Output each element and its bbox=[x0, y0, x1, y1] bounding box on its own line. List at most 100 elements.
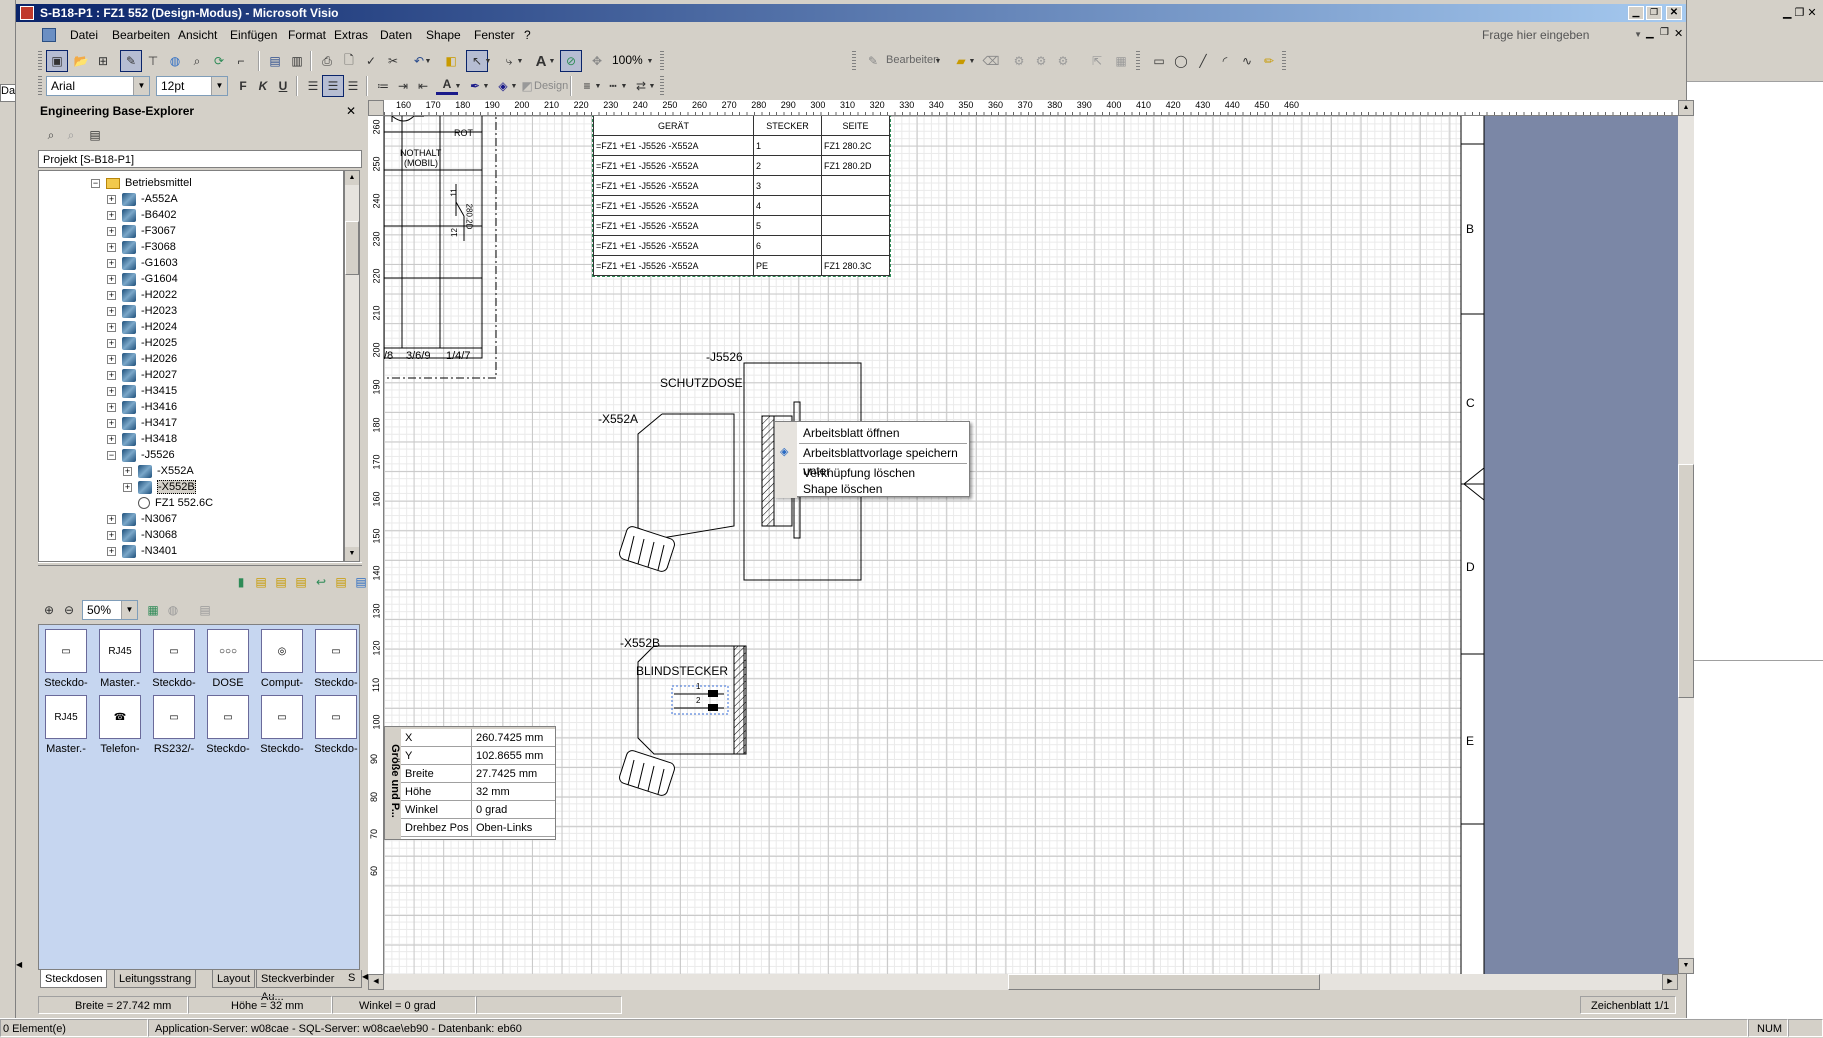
indent-icon[interactable]: ⇥ bbox=[392, 75, 414, 97]
arc-tool-icon[interactable]: ◜ bbox=[1214, 50, 1236, 72]
bearbeiten-dropdown-icon[interactable]: ▼ bbox=[932, 50, 944, 72]
expand-icon[interactable]: + bbox=[107, 514, 116, 524]
explorer-close-icon[interactable]: ✕ bbox=[346, 104, 356, 118]
design-label[interactable]: Design bbox=[534, 80, 568, 92]
expand-icon[interactable]: + bbox=[107, 546, 116, 556]
doc-minimize-button[interactable]: ▁ bbox=[1646, 28, 1654, 39]
expand-icon[interactable]: + bbox=[107, 418, 116, 428]
stencil-zoom-in-icon[interactable]: ⊕ bbox=[38, 599, 60, 621]
property-row[interactable]: Drehbez Pos Oben-Links bbox=[401, 819, 555, 837]
gear-a-icon[interactable]: ⚙ bbox=[1008, 50, 1030, 72]
expand-icon[interactable]: + bbox=[107, 242, 116, 252]
canvas-scroll-up-icon[interactable]: ▲ bbox=[1678, 100, 1694, 116]
property-value[interactable]: 102.8655 mm bbox=[471, 747, 555, 765]
ctx-delete-shape[interactable]: Shape löschen bbox=[775, 480, 969, 498]
telephone-icon[interactable]: ☎ bbox=[99, 695, 141, 739]
expand-icon[interactable]: + bbox=[107, 290, 116, 300]
tree-root-betriebsmittel[interactable]: − Betriebsmittel bbox=[91, 175, 192, 191]
tree-item[interactable]: + -H3417 bbox=[107, 415, 177, 431]
gear-c-icon[interactable]: ⚙ bbox=[1052, 50, 1074, 72]
document-icon[interactable] bbox=[42, 28, 56, 42]
socket-icon[interactable]: ▭ bbox=[315, 695, 357, 739]
collapse-icon[interactable]: − bbox=[107, 450, 116, 460]
property-row[interactable]: Winkel 0 grad bbox=[401, 801, 555, 819]
socket-icon[interactable]: ▭ bbox=[261, 695, 303, 739]
grid-icon[interactable]: ▦ bbox=[1110, 50, 1132, 72]
tabs-scroll-left-icon[interactable]: ◀ bbox=[16, 960, 28, 976]
drawing-canvas[interactable]: ROT NOTHALT (MOBIL) 11 12 280.2D /8 3/6/… bbox=[384, 116, 1678, 974]
menu-ansicht[interactable]: Ansicht bbox=[178, 26, 217, 44]
canvas-scroll-down-icon[interactable]: ▼ bbox=[1678, 958, 1694, 974]
tree-item[interactable]: + -H3415 bbox=[107, 383, 177, 399]
tree-item[interactable]: + -H2024 bbox=[107, 319, 177, 335]
tab-layout[interactable]: Layout bbox=[212, 970, 256, 988]
canvas-scroll-left-icon[interactable]: ◀ bbox=[368, 974, 384, 990]
print-icon[interactable]: ⎙ bbox=[316, 50, 338, 72]
tree-scroll-down-icon[interactable]: ▼ bbox=[345, 547, 359, 561]
book-d-icon[interactable]: ▤ bbox=[330, 571, 352, 593]
expand-icon[interactable]: + bbox=[107, 434, 116, 444]
expand-icon[interactable]: + bbox=[123, 482, 132, 492]
outdent-icon[interactable]: ⇤ bbox=[412, 75, 434, 97]
rj45-icon[interactable]: RJ45 bbox=[99, 629, 141, 673]
socket-icon[interactable]: ▭ bbox=[315, 629, 357, 673]
socket-icon[interactable]: ▭ bbox=[153, 629, 195, 673]
dose-icon[interactable]: ○○○ bbox=[207, 629, 249, 673]
undo-dropdown-icon[interactable]: ▼ bbox=[422, 50, 434, 72]
tree-item[interactable]: + -N3401 bbox=[107, 543, 177, 559]
gear-b-icon[interactable]: ⚙ bbox=[1030, 50, 1052, 72]
minimize-button[interactable]: ▁ bbox=[1628, 6, 1644, 20]
expand-icon[interactable]: + bbox=[107, 354, 116, 364]
expand-icon[interactable]: + bbox=[107, 338, 116, 348]
highlight-icon[interactable]: ✎ bbox=[120, 50, 142, 72]
underline-icon[interactable]: U bbox=[272, 75, 294, 97]
canvas-scroll-right-icon[interactable]: ▶ bbox=[1662, 974, 1678, 990]
rectangle-tool-icon[interactable]: ▭ bbox=[1148, 50, 1170, 72]
align-center-icon[interactable]: ☰ bbox=[322, 75, 344, 97]
font-size-dropdown-icon[interactable]: ▼ bbox=[211, 77, 227, 95]
x552a-plug[interactable] bbox=[618, 413, 735, 573]
pointer-dropdown-icon[interactable]: ▼ bbox=[482, 50, 494, 72]
explorer-search-icon[interactable]: ⌕ bbox=[40, 124, 62, 146]
font-combo[interactable]: Arial ▼ bbox=[46, 76, 150, 96]
menu-datei[interactable]: Datei bbox=[70, 26, 98, 44]
pencil-tool-icon[interactable]: ✏ bbox=[1258, 50, 1280, 72]
expand-icon[interactable]: + bbox=[107, 306, 116, 316]
property-row[interactable]: Breite 27.7425 mm bbox=[401, 765, 555, 783]
tree-scrollbar[interactable]: ▲ ▼ bbox=[344, 170, 360, 562]
tab-steckverbinder[interactable]: Steckverbinder Au... bbox=[256, 970, 362, 1003]
pane-splitter[interactable] bbox=[38, 562, 362, 566]
shapes-icon[interactable]: ◧ bbox=[440, 50, 462, 72]
expand-icon[interactable]: + bbox=[107, 210, 116, 220]
tree-item[interactable]: + -H2025 bbox=[107, 335, 177, 351]
line-ends-dropdown-icon[interactable]: ▼ bbox=[646, 75, 658, 97]
italic-icon[interactable]: K bbox=[252, 75, 274, 97]
tree-item[interactable]: + -H2022 bbox=[107, 287, 177, 303]
hierarchy-icon[interactable]: ⊤ bbox=[142, 50, 164, 72]
align-left-icon[interactable]: ☰ bbox=[302, 75, 324, 97]
visio-app-icon[interactable] bbox=[20, 6, 34, 20]
property-row[interactable]: Y 102.8655 mm bbox=[401, 747, 555, 765]
tree-item[interactable]: + -N3067 bbox=[107, 511, 177, 527]
tree-item[interactable]: + -A552A bbox=[107, 191, 178, 207]
rs232-icon[interactable]: ▭ bbox=[153, 695, 195, 739]
bullets-icon[interactable]: ≔ bbox=[372, 75, 394, 97]
tree-item[interactable]: + -B6402 bbox=[107, 207, 176, 223]
font-size-combo[interactable]: 12pt ▼ bbox=[156, 76, 228, 96]
help-search-input[interactable]: Frage hier eingeben ▼ bbox=[1478, 26, 1642, 46]
tree-item[interactable]: + -F3067 bbox=[107, 223, 176, 239]
socket-icon[interactable]: ▭ bbox=[45, 629, 87, 673]
tabs-overflow-label[interactable]: S bbox=[348, 972, 355, 984]
explorer-properties-icon[interactable]: ▤ bbox=[84, 124, 106, 146]
tree-scroll-thumb[interactable] bbox=[345, 221, 359, 275]
tree-item[interactable]: + -H3418 bbox=[107, 431, 177, 447]
line-tool-icon[interactable]: ╱ bbox=[1192, 50, 1214, 72]
expand-icon[interactable]: + bbox=[107, 258, 116, 268]
tree-item[interactable]: + -H2026 bbox=[107, 351, 177, 367]
connection-point-icon[interactable]: ⊘ bbox=[560, 50, 582, 72]
menu-format[interactable]: Format bbox=[288, 26, 326, 44]
tab-leitungsstrang[interactable]: Leitungsstrang bbox=[114, 970, 197, 988]
property-row[interactable]: X 260.7425 mm bbox=[401, 729, 555, 747]
collapse-icon[interactable]: − bbox=[91, 178, 100, 188]
font-dropdown-icon[interactable]: ▼ bbox=[133, 77, 149, 95]
